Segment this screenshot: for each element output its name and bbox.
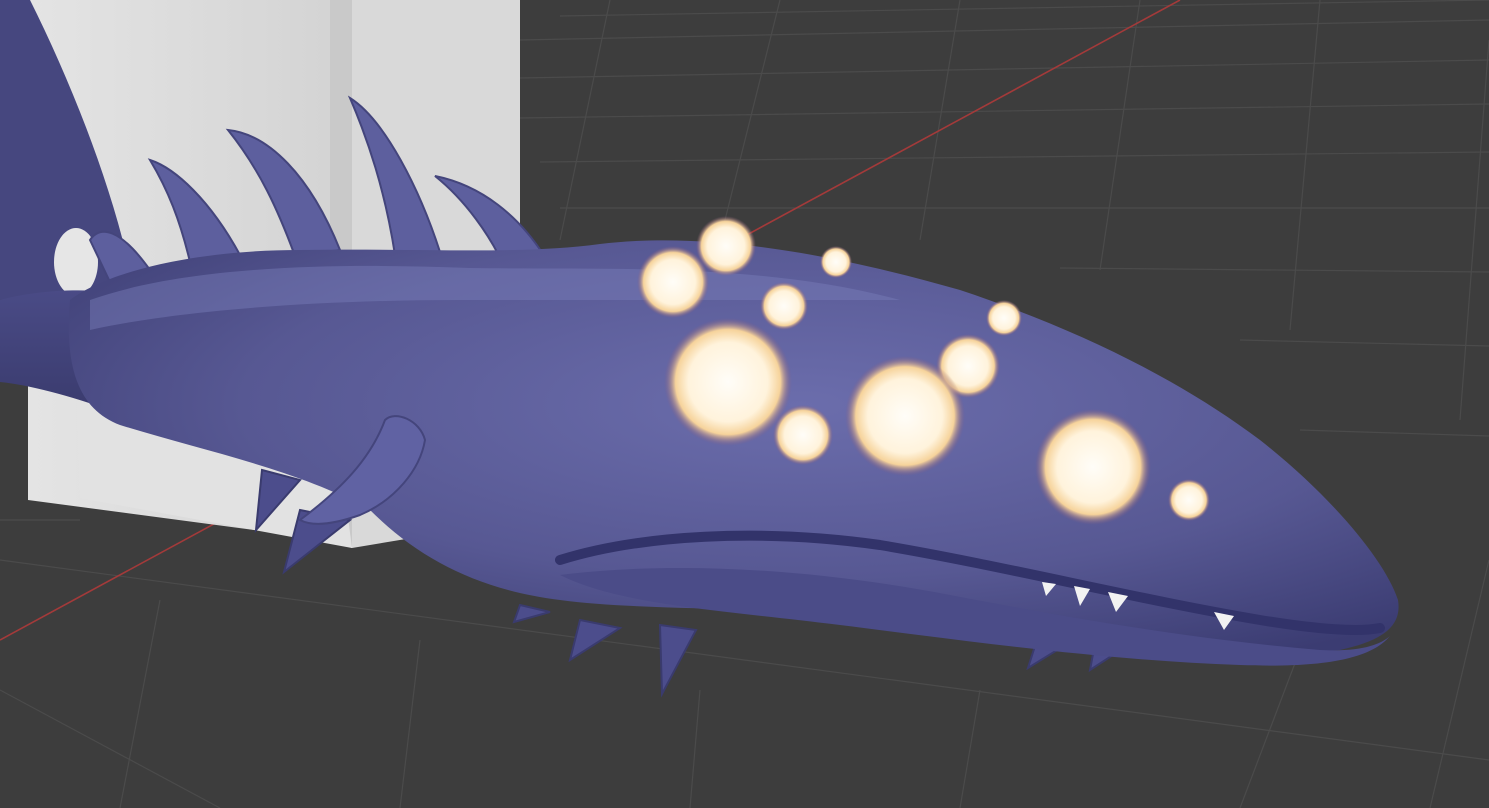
viewport-canvas (0, 0, 1489, 808)
3d-viewport[interactable] (0, 0, 1489, 808)
